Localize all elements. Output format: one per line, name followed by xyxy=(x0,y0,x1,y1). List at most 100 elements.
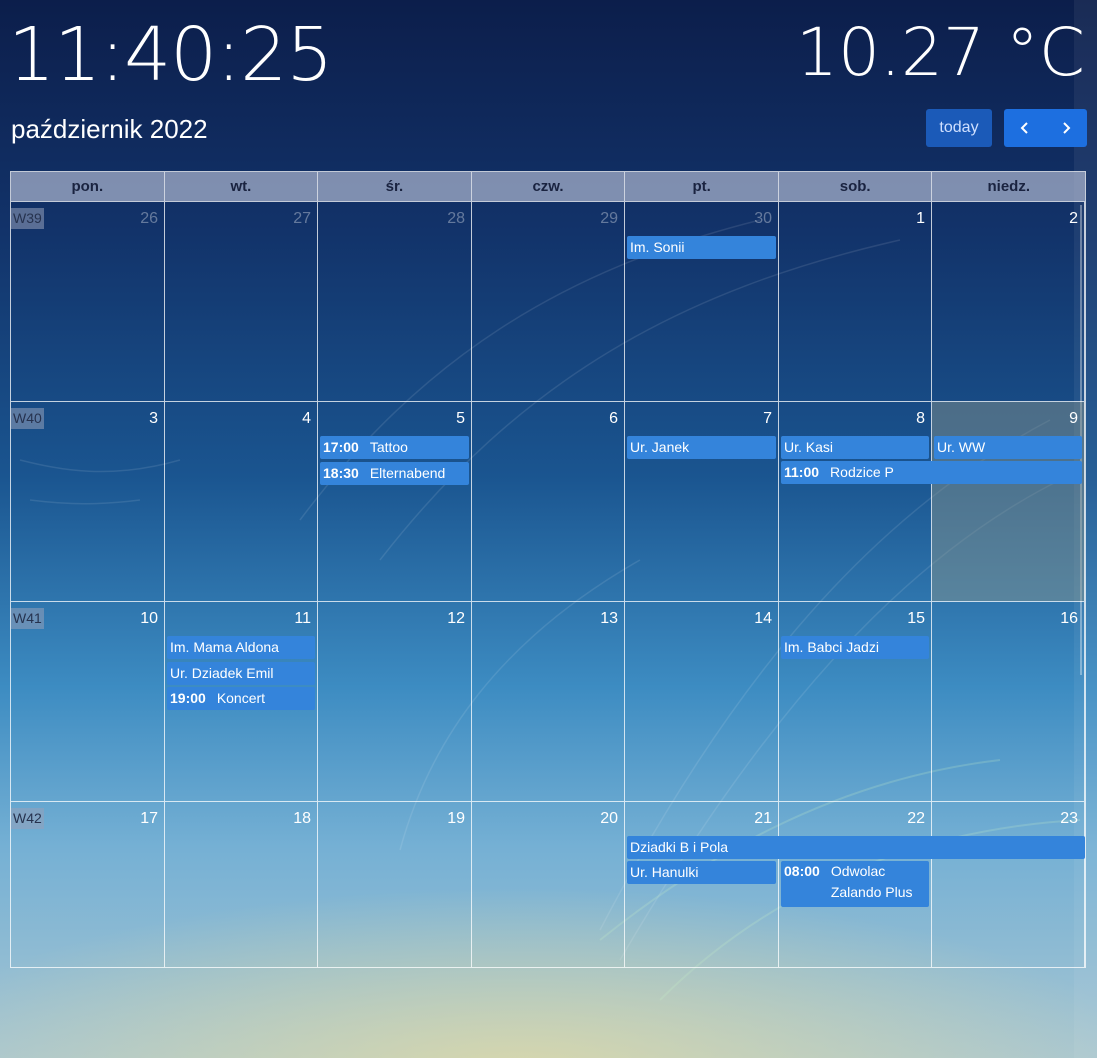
day-number: 27 xyxy=(293,210,311,227)
calendar-event[interactable]: Ur. Janek xyxy=(627,436,776,459)
event-title: Elternabend xyxy=(369,465,446,481)
day-cell[interactable]: 8 xyxy=(779,402,932,601)
day-cell[interactable]: 6 xyxy=(472,402,625,601)
calendar-event[interactable]: Ur. Kasi xyxy=(781,436,929,459)
weekday-header-cell: pt. xyxy=(625,172,779,201)
day-cell[interactable]: 14 xyxy=(625,602,779,801)
event-title: Im. Babci Jadzi xyxy=(784,639,879,655)
calendar-event[interactable]: Im. Babci Jadzi xyxy=(781,636,929,659)
event-title: Tattoo xyxy=(369,439,408,455)
chevron-right-icon xyxy=(1063,122,1071,134)
event-title: Ur. Kasi xyxy=(784,439,834,455)
event-time: 08:00 xyxy=(784,863,820,879)
day-number: 9 xyxy=(1069,410,1078,427)
weekday-header-cell: sob. xyxy=(779,172,933,201)
prev-month-button[interactable] xyxy=(1004,109,1046,147)
day-number: 16 xyxy=(1060,610,1078,627)
event-time: 19:00 xyxy=(170,690,206,706)
weekday-header: pon. wt. śr. czw. pt. sob. niedz. xyxy=(11,172,1085,201)
day-number: 18 xyxy=(293,810,311,827)
calendar-event[interactable]: Ur. Dziadek Emil xyxy=(167,662,315,685)
day-cell[interactable]: 10 W41 xyxy=(11,602,165,801)
week-number: W40 xyxy=(11,408,44,429)
day-cell[interactable]: 28 xyxy=(318,202,472,401)
calendar-event[interactable]: Im. Sonii xyxy=(627,236,776,259)
event-time: 11:00 xyxy=(784,464,820,480)
day-cell[interactable]: 26 W39 xyxy=(11,202,165,401)
calendar-event[interactable]: 19:00 Koncert xyxy=(167,687,315,710)
day-number: 10 xyxy=(140,610,158,627)
event-time: 17:00 xyxy=(323,439,359,455)
event-title: Ur. Hanulki xyxy=(630,864,699,880)
calendar-event[interactable]: 18:30 Elternabend xyxy=(320,462,469,485)
day-cell[interactable]: 27 xyxy=(165,202,318,401)
day-number: 21 xyxy=(754,810,772,827)
day-cell[interactable]: 3 W40 xyxy=(11,402,165,601)
week-number: W39 xyxy=(11,208,44,229)
day-number: 11 xyxy=(294,610,311,627)
day-number: 4 xyxy=(302,410,311,427)
today-button[interactable]: today xyxy=(926,109,992,147)
day-number: 19 xyxy=(447,810,465,827)
chevron-left-icon xyxy=(1020,122,1028,134)
event-title: Ur. Dziadek Emil xyxy=(170,665,274,681)
event-title: Odwolac Zalando Plus xyxy=(830,863,913,900)
day-number: 5 xyxy=(456,410,465,427)
day-cell[interactable]: 1 xyxy=(779,202,932,401)
weekday-header-cell: niedz. xyxy=(987,178,1031,195)
day-cell[interactable]: 2 xyxy=(932,202,1085,401)
event-title: Ur. Janek xyxy=(630,439,690,455)
day-number: 2 xyxy=(1069,210,1078,227)
week-row: 10 W41 11 12 13 14 15 16 Im. Mama Aldona … xyxy=(11,601,1085,801)
day-cell[interactable]: 21 xyxy=(625,802,779,967)
month-navigation xyxy=(1004,109,1087,147)
day-cell[interactable]: 16 xyxy=(932,602,1085,801)
day-number: 8 xyxy=(916,410,925,427)
next-month-button[interactable] xyxy=(1046,109,1088,147)
day-cell[interactable]: 12 xyxy=(318,602,472,801)
weekday-header-cell: pon. xyxy=(11,172,165,201)
month-calendar: pon. wt. śr. czw. pt. sob. niedz. 26 W39 … xyxy=(10,171,1086,968)
day-cell[interactable]: 7 xyxy=(625,402,779,601)
day-cell[interactable]: 29 xyxy=(472,202,625,401)
event-time: 18:30 xyxy=(323,465,359,481)
calendar-event[interactable]: 08:00 Odwolac Zalando Plus xyxy=(781,861,929,907)
calendar-event[interactable]: Ur. Hanulki xyxy=(627,861,776,884)
day-number: 20 xyxy=(600,810,618,827)
day-cell[interactable]: 5 xyxy=(318,402,472,601)
day-number: 3 xyxy=(149,410,158,427)
day-number: 7 xyxy=(763,410,772,427)
day-cell[interactable]: 15 xyxy=(779,602,932,801)
day-number: 1 xyxy=(916,210,925,227)
temperature-display: 10.27 °C xyxy=(795,14,1085,91)
day-number: 23 xyxy=(1060,810,1078,827)
calendar-event[interactable]: 17:00 Tattoo xyxy=(320,436,469,459)
day-cell[interactable]: 18 xyxy=(165,802,318,967)
day-number: 12 xyxy=(447,610,465,627)
event-title: Ur. WW xyxy=(937,439,986,455)
day-cell[interactable]: 13 xyxy=(472,602,625,801)
day-number: 29 xyxy=(600,210,618,227)
calendar-event[interactable]: Ur. WW xyxy=(934,436,1082,459)
week-number: W41 xyxy=(11,608,44,629)
day-cell[interactable]: 20 xyxy=(472,802,625,967)
day-number: 14 xyxy=(754,610,772,627)
day-cell[interactable]: 19 xyxy=(318,802,472,967)
calendar-event[interactable]: Im. Mama Aldona xyxy=(167,636,315,659)
calendar-event[interactable]: Dziadki B i Pola xyxy=(627,836,1085,859)
event-title: Koncert xyxy=(216,690,266,706)
day-cell[interactable]: 23 xyxy=(932,802,1085,967)
calendar-event[interactable]: 11:00 Rodzice P xyxy=(781,461,1082,484)
day-cell[interactable]: 4 xyxy=(165,402,318,601)
day-cell[interactable]: 30 xyxy=(625,202,779,401)
day-number: 30 xyxy=(754,210,772,227)
weekday-header-cell: czw. xyxy=(472,172,626,201)
day-number: 13 xyxy=(600,610,618,627)
month-title: październik 2022 xyxy=(11,114,208,144)
day-number: 15 xyxy=(907,610,925,627)
day-cell[interactable]: 17 W42 xyxy=(11,802,165,967)
day-cell-today[interactable]: 9 xyxy=(932,402,1085,601)
clock-display: 11:40:25 xyxy=(8,12,333,98)
event-title: Im. Mama Aldona xyxy=(170,639,279,655)
day-number: 28 xyxy=(447,210,465,227)
